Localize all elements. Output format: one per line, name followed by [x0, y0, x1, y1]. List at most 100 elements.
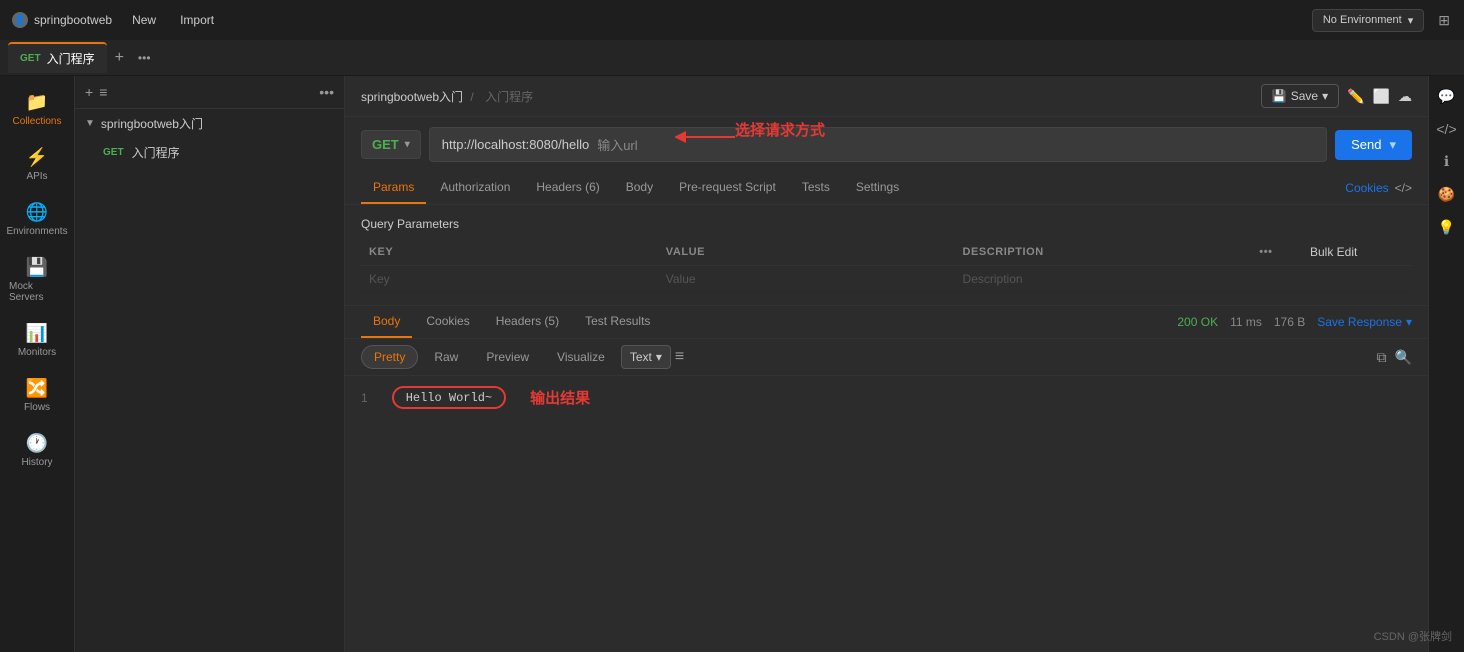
- sidebar-label-flows: Flows: [24, 402, 50, 413]
- top-actions: New Import: [124, 9, 222, 31]
- save-chevron: ▾: [1322, 89, 1328, 103]
- response-content-area: 1 Hello World~ 输出结果: [345, 376, 1428, 419]
- add-collection-button[interactable]: +: [85, 84, 93, 100]
- send-button[interactable]: Send ▾: [1335, 130, 1412, 160]
- tab-params[interactable]: Params: [361, 172, 426, 204]
- desc-cell: [955, 266, 1252, 293]
- col-header-description: DESCRIPTION: [955, 239, 1252, 266]
- cookies-link[interactable]: Cookies: [1345, 181, 1388, 195]
- edit-button[interactable]: ✏️: [1347, 88, 1364, 105]
- breadcrumb-request: 入门程序: [485, 90, 533, 104]
- env-label: No Environment: [1323, 14, 1402, 26]
- tab-authorization[interactable]: Authorization: [428, 172, 522, 204]
- code-icon-button[interactable]: </>: [1395, 181, 1412, 195]
- output-annotation: 输出结果: [530, 387, 590, 408]
- code-editor-icon-button[interactable]: </>: [1432, 117, 1460, 141]
- mock-servers-icon: 💾: [26, 257, 48, 278]
- pretty-button[interactable]: Pretty: [361, 345, 418, 369]
- url-input-display[interactable]: http://localhost:8080/hello 输入url: [429, 127, 1327, 162]
- tab-headers[interactable]: Headers (6): [524, 172, 611, 204]
- sidebar-item-monitors[interactable]: 📊 Monitors: [3, 315, 71, 366]
- tab-pre-request[interactable]: Pre-request Script: [667, 172, 788, 204]
- save-response-button[interactable]: Save Response ▾: [1317, 315, 1412, 329]
- sidebar-item-history[interactable]: 🕐 History: [3, 425, 71, 476]
- monitors-icon: 📊: [26, 323, 48, 344]
- tab-name-0: 入门程序: [47, 50, 95, 67]
- request-tab-0[interactable]: GET 入门程序: [8, 42, 107, 73]
- status-code: 200 OK: [1177, 315, 1218, 329]
- cookie-icon-button[interactable]: 🍪: [1434, 182, 1459, 207]
- search-response-button[interactable]: 🔍: [1395, 349, 1412, 366]
- breadcrumb-collection[interactable]: springbootweb入门: [361, 90, 463, 104]
- text-format-select[interactable]: Text ▾: [621, 345, 671, 369]
- params-section: Query Parameters KEY VALUE DESCRIPTION •…: [345, 205, 1428, 305]
- sidebar-item-flows[interactable]: 🔀 Flows: [3, 370, 71, 421]
- sidebar-item-environments[interactable]: 🌐 Environments: [3, 194, 71, 245]
- method-select[interactable]: GET ▾: [361, 130, 421, 159]
- flows-icon: 🔀: [26, 378, 48, 399]
- sidebar-label-collections: Collections: [13, 116, 62, 127]
- sidebar-item-apis[interactable]: ⚡ APIs: [3, 139, 71, 190]
- bulk-edit-button[interactable]: Bulk Edit: [1310, 245, 1357, 259]
- response-status: 200 OK 11 ms 176 B Save Response ▾: [1177, 315, 1412, 329]
- chat-icon-button[interactable]: 💬: [1434, 84, 1459, 109]
- tab-body[interactable]: Body: [614, 172, 665, 204]
- collection-item-springbootweb[interactable]: ▼ springbootweb入门: [75, 109, 344, 138]
- params-table: KEY VALUE DESCRIPTION ••• Bulk Edit: [361, 239, 1412, 293]
- sidebar-label-history: History: [21, 457, 52, 468]
- description-input[interactable]: [963, 272, 1244, 286]
- key-input[interactable]: [369, 272, 650, 286]
- response-tab-test-results[interactable]: Test Results: [573, 306, 662, 338]
- new-button[interactable]: New: [124, 9, 164, 31]
- copy-response-button[interactable]: ⧉: [1377, 349, 1387, 366]
- url-value: http://localhost:8080/hello: [442, 137, 589, 152]
- main-content: springbootweb入门 / 入门程序 💾 Save ▾ ✏️ ⬜ ☁: [345, 76, 1428, 652]
- raw-button[interactable]: Raw: [422, 346, 470, 368]
- new-tab-button[interactable]: +: [109, 47, 130, 69]
- response-time: 11 ms: [1230, 315, 1262, 329]
- top-right-icons: ⊞: [1436, 10, 1452, 31]
- response-size: 176 B: [1274, 315, 1305, 329]
- response-tabs-bar: Body Cookies Headers (5) Test Results 20…: [345, 306, 1428, 339]
- bulb-icon-button[interactable]: 💡: [1434, 215, 1459, 240]
- wrap-icon-button[interactable]: ≡: [675, 348, 684, 366]
- sidebar-label-mock-servers: Mock Servers: [9, 281, 65, 303]
- request-name: 入门程序: [132, 144, 180, 161]
- sidebar-item-mock-servers[interactable]: 💾 Mock Servers: [3, 249, 71, 311]
- visualize-button[interactable]: Visualize: [545, 346, 617, 368]
- sidebar-item-collections[interactable]: 📁 Collections: [3, 84, 71, 135]
- collections-icon: 📁: [26, 92, 48, 113]
- environments-icon: 🌐: [26, 202, 48, 223]
- key-cell: [361, 266, 658, 293]
- response-tab-body[interactable]: Body: [361, 306, 412, 338]
- request-item-get[interactable]: GET 入门程序: [75, 138, 344, 167]
- save-response-label: Save Response: [1317, 315, 1402, 329]
- col-header-bulk: Bulk Edit: [1302, 239, 1412, 266]
- user-info: 👤 springbootweb: [12, 12, 112, 28]
- more-tabs-button[interactable]: •••: [132, 49, 157, 67]
- response-output: Hello World~: [392, 386, 506, 409]
- env-selector[interactable]: No Environment ▾: [1312, 9, 1424, 32]
- tab-tests[interactable]: Tests: [790, 172, 842, 204]
- preview-button[interactable]: Preview: [474, 346, 541, 368]
- method-badge: GET: [103, 147, 124, 158]
- value-input[interactable]: [666, 272, 947, 286]
- filter-button[interactable]: ≡: [99, 84, 107, 100]
- grid-icon-button[interactable]: ⊞: [1436, 10, 1452, 31]
- line-number: 1: [361, 391, 368, 405]
- import-button[interactable]: Import: [172, 9, 222, 31]
- response-tab-headers[interactable]: Headers (5): [484, 306, 571, 338]
- response-tab-cookies[interactable]: Cookies: [414, 306, 481, 338]
- col-header-more: •••: [1251, 239, 1302, 266]
- panel-more-button[interactable]: •••: [319, 84, 334, 100]
- right-sidebar: 💬 </> ℹ 🍪 💡: [1428, 76, 1464, 652]
- request-tabs: Params Authorization Headers (6) Body Pr…: [345, 172, 1428, 205]
- info-icon-button[interactable]: ℹ: [1440, 149, 1453, 174]
- save-button[interactable]: 💾 Save ▾: [1261, 84, 1339, 108]
- breadcrumb-separator: /: [470, 90, 473, 104]
- cloud-button[interactable]: ☁: [1398, 88, 1412, 105]
- value-cell: [658, 266, 955, 293]
- hello-world-text: Hello World~: [406, 391, 492, 405]
- header-more-button[interactable]: ⬜: [1373, 88, 1390, 105]
- tab-settings[interactable]: Settings: [844, 172, 911, 204]
